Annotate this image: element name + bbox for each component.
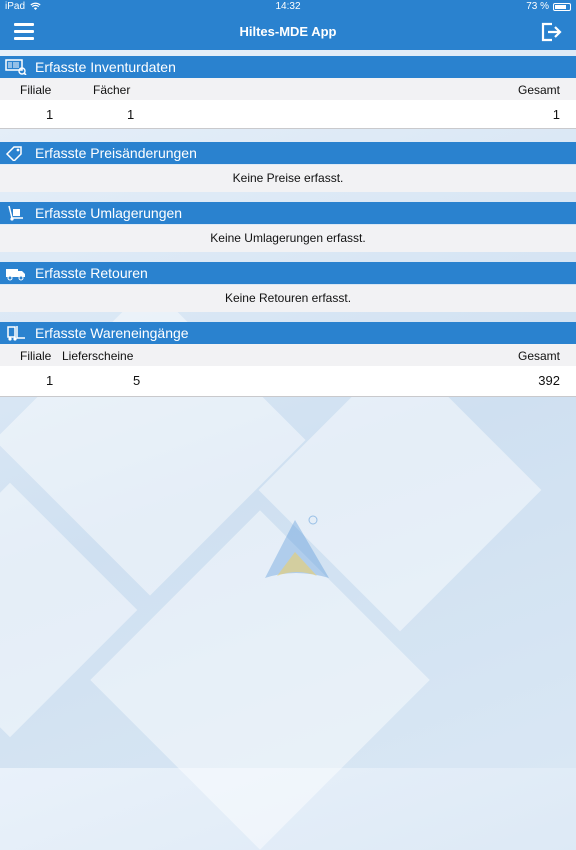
cell-lieferscheine: 5 [133,373,141,388]
app-logo-watermark [265,515,329,578]
section-header-umlagerung[interactable]: Erfasste Umlagerungen [0,202,576,224]
empty-message: Keine Retouren erfasst. [0,285,576,312]
section-header-preis[interactable]: Erfasste Preisänderungen [0,142,576,164]
section-title: Erfasste Inventurdaten [35,59,176,75]
logout-icon[interactable] [540,22,562,42]
section-title: Erfasste Wareneingänge [35,325,189,341]
cell-faecher: 1 [127,107,135,122]
table-row[interactable]: 1 5 392 [0,366,576,397]
section-title: Erfasste Retouren [35,265,148,281]
section-header-retouren[interactable]: Erfasste Retouren [0,262,576,284]
column-faecher: Fächer [93,83,131,97]
table-row[interactable]: 1 1 1 [0,100,576,129]
column-gesamt: Gesamt [517,83,560,97]
section-title: Erfasste Preisänderungen [35,145,197,161]
battery-percent: 73 % [526,1,549,12]
page-title: Hiltes-MDE App [239,24,337,39]
forklift-icon [7,326,25,341]
cell-gesamt: 1 [552,107,560,122]
empty-message: Keine Umlagerungen erfasst. [0,225,576,252]
section-header-inventur[interactable]: Erfasste Inventurdaten [0,56,576,78]
section-header-wareneingang[interactable]: Erfasste Wareneingänge [0,322,576,344]
price-tag-icon [5,146,22,161]
inventory-scanner-icon [5,59,27,75]
hand-truck-icon [8,205,23,221]
column-gesamt: Gesamt [517,349,560,363]
battery-icon [553,2,571,11]
status-time: 14:32 [275,1,301,12]
navbar: Hiltes-MDE App [0,14,576,50]
empty-message: Keine Preise erfasst. [0,165,576,192]
column-filiale: Filiale [20,83,52,97]
cell-filiale: 1 [46,373,54,388]
section-title: Erfasste Umlagerungen [35,205,183,221]
inventur-column-header: Filiale Fächer Gesamt [0,78,576,100]
cell-gesamt: 392 [538,373,560,388]
wareneingang-column-header: Filiale Lieferscheine Gesamt [0,344,576,366]
delivery-truck-icon [6,269,25,281]
cell-filiale: 1 [46,107,54,122]
column-filiale: Filiale [20,349,52,363]
column-lieferscheine: Lieferscheine [62,349,134,363]
status-bar: iPad 14:32 73 % [0,0,576,14]
